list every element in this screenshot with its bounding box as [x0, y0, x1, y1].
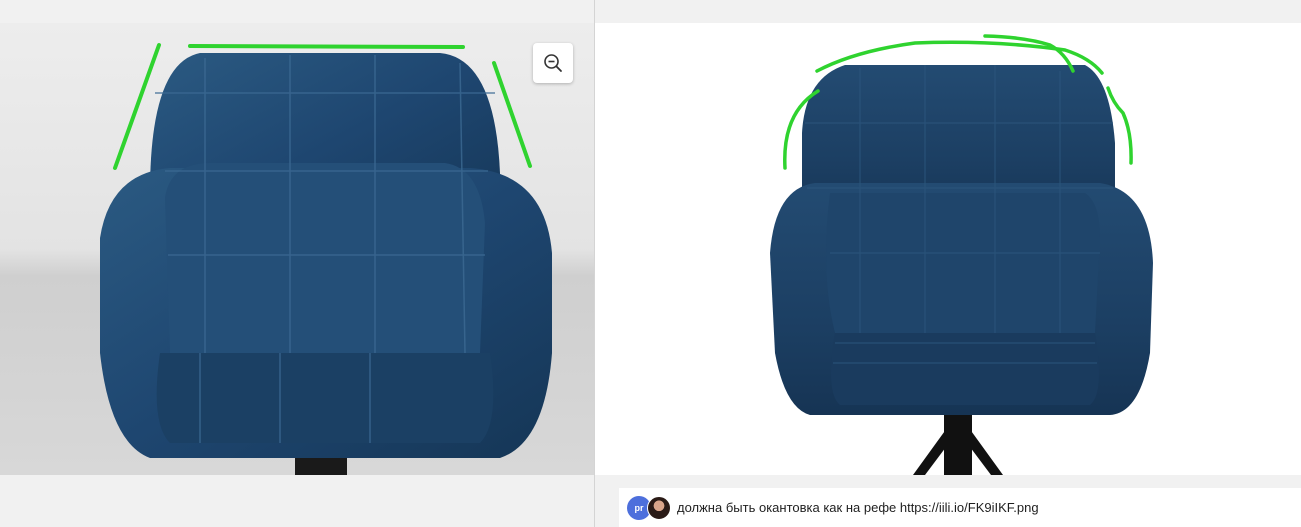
avatar-photo [647, 495, 671, 520]
chair-inner-back [826, 193, 1100, 333]
comment-text: должна быть окантовка как на рефе https:… [677, 500, 1039, 515]
right-image-pane: pr должна быть окантовка как на рефе htt… [595, 0, 1301, 527]
chair-seat [831, 333, 1099, 405]
chair-inner-back [165, 163, 485, 353]
zoom-out-button[interactable] [533, 43, 573, 83]
chair-illustration [100, 43, 552, 475]
render-chair-image [595, 23, 1301, 475]
chair-legs [913, 413, 1003, 475]
zoom-out-icon [544, 54, 562, 72]
chair-seat [156, 353, 494, 443]
reference-chair-photo [0, 23, 594, 475]
chair-render-illustration [770, 34, 1153, 475]
left-image-pane [0, 0, 594, 527]
comment-bar[interactable]: pr должна быть окантовка как на рефе htt… [619, 488, 1301, 527]
